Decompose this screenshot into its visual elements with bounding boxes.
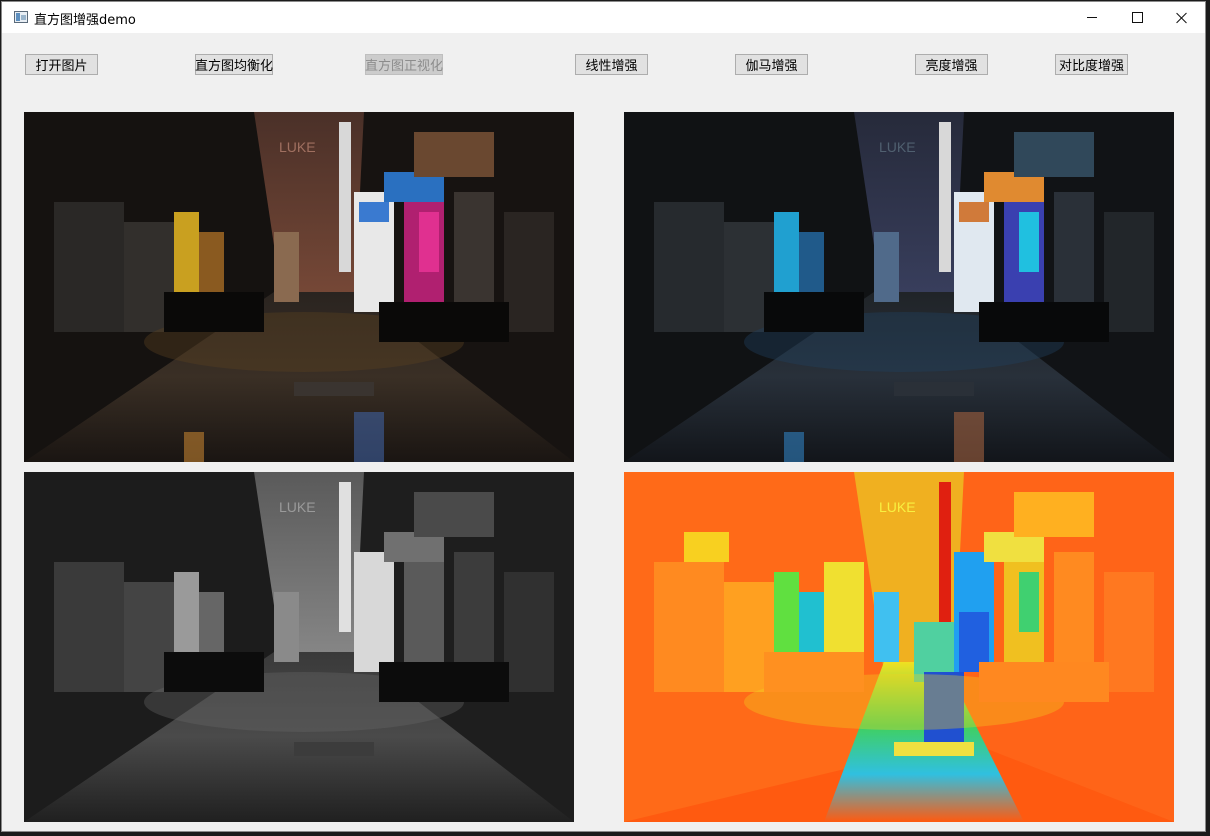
- histogram-equalize-button[interactable]: 直方图均衡化: [195, 54, 273, 75]
- minimize-button[interactable]: [1069, 2, 1115, 33]
- app-icon: [14, 11, 28, 23]
- linear-enhance-button[interactable]: 线性增强: [575, 54, 648, 75]
- pseudocolor-image: LUKE: [624, 472, 1174, 822]
- contrast-enhance-button[interactable]: 对比度增强: [1055, 54, 1128, 75]
- watermark-text-2: LUKE: [879, 139, 916, 155]
- brightness-enhance-button[interactable]: 亮度增强: [915, 54, 988, 75]
- watermark-text-4: LUKE: [879, 499, 916, 515]
- close-icon: [1176, 12, 1188, 24]
- gamma-enhance-button[interactable]: 伽马增强: [735, 54, 808, 75]
- original-image: LUKE: [24, 112, 574, 462]
- histogram-specify-button[interactable]: 直方图正视化: [365, 54, 443, 75]
- maximize-button[interactable]: [1114, 2, 1160, 33]
- close-button[interactable]: [1159, 2, 1205, 33]
- maximize-icon: [1131, 12, 1143, 23]
- processed-image-cool: LUKE: [624, 112, 1174, 462]
- window-title: 直方图增强demo: [34, 13, 136, 28]
- open-image-button[interactable]: 打开图片: [25, 54, 98, 75]
- minimize-icon: [1087, 17, 1097, 18]
- grayscale-image: LUKE: [24, 472, 574, 822]
- watermark-text-3: LUKE: [279, 499, 316, 515]
- watermark-text: LUKE: [279, 139, 316, 155]
- title-bar[interactable]: 直方图增强demo: [2, 2, 1205, 33]
- app-window: 直方图增强demo 打开图片 直方图均衡化 直方图正视化 线性增强 伽马增强 亮…: [1, 1, 1206, 832]
